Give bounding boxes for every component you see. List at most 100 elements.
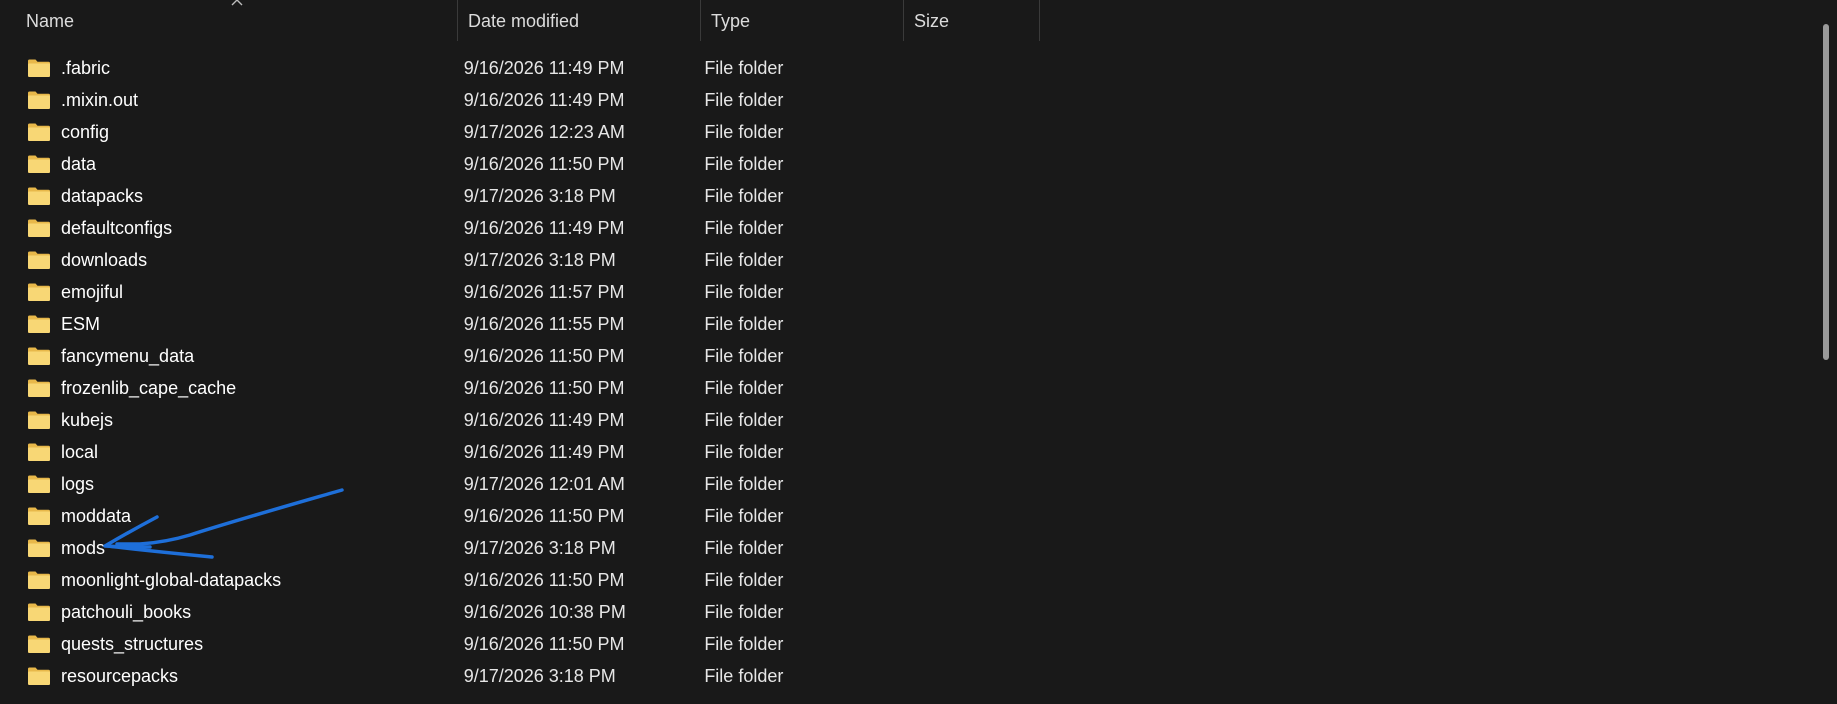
file-row-data[interactable]: data 9/16/2026 11:50 PM File folder xyxy=(0,148,1040,180)
file-row-esm[interactable]: ESM 9/16/2026 11:55 PM File folder xyxy=(0,308,1040,340)
file-row-datapacks[interactable]: datapacks 9/17/2026 3:18 PM File folder xyxy=(0,180,1040,212)
file-row-emojiful[interactable]: emojiful 9/16/2026 11:57 PM File folder xyxy=(0,276,1040,308)
file-name: patchouli_books xyxy=(61,601,192,622)
file-date-modified: 9/16/2026 11:49 PM xyxy=(463,409,625,430)
file-name-cell: config xyxy=(0,122,464,143)
folder-icon xyxy=(28,251,50,269)
file-name: local xyxy=(61,441,99,462)
file-row-quests-structures[interactable]: quests_structures 9/16/2026 11:50 PM Fil… xyxy=(0,628,1040,660)
file-row-kubejs[interactable]: kubejs 9/16/2026 11:49 PM File folder xyxy=(0,404,1040,436)
folder-icon xyxy=(28,635,50,653)
folder-icon xyxy=(28,507,50,525)
file-type: File folder xyxy=(704,377,784,398)
file-type: File folder xyxy=(704,185,784,206)
column-header-size-label: Size xyxy=(914,11,950,31)
file-row-fancymenu-data[interactable]: fancymenu_data 9/16/2026 11:50 PM File f… xyxy=(0,340,1040,372)
file-row-moddata[interactable]: moddata 9/16/2026 11:50 PM File folder xyxy=(0,500,1040,532)
vertical-scrollbar[interactable] xyxy=(1815,0,1837,704)
file-type: File folder xyxy=(704,57,784,78)
file-type: File folder xyxy=(704,633,784,654)
file-name: defaultconfigs xyxy=(61,217,173,238)
file-date-modified: 9/17/2026 3:18 PM xyxy=(463,537,616,558)
file-row-mixin-out[interactable]: .mixin.out 9/16/2026 11:49 PM File folde… xyxy=(0,84,1040,116)
folder-icon xyxy=(28,603,50,621)
file-type: File folder xyxy=(704,249,784,270)
file-date-modified: 9/16/2026 11:55 PM xyxy=(463,313,625,334)
file-row-patchouli-books[interactable]: patchouli_books 9/16/2026 10:38 PM File … xyxy=(0,596,1040,628)
column-header-type[interactable]: Type xyxy=(701,0,904,41)
column-header-size[interactable]: Size xyxy=(904,0,1040,41)
file-date-modified: 9/17/2026 3:18 PM xyxy=(463,665,616,686)
folder-icon xyxy=(28,475,50,493)
file-name-cell: emojiful xyxy=(0,282,464,303)
file-name-cell: quests_structures xyxy=(0,634,464,655)
file-row-resourcepacks[interactable]: resourcepacks 9/17/2026 3:18 PM File fol… xyxy=(0,660,1040,692)
folder-icon xyxy=(28,315,50,333)
folder-icon xyxy=(28,123,50,141)
file-row-moonlight-global-datapacks[interactable]: moonlight-global-datapacks 9/16/2026 11:… xyxy=(0,564,1040,596)
file-name: kubejs xyxy=(61,409,114,430)
file-date-modified: 9/16/2026 11:50 PM xyxy=(463,569,625,590)
file-name-cell: frozenlib_cape_cache xyxy=(0,378,464,399)
file-row-downloads[interactable]: downloads 9/17/2026 3:18 PM File folder xyxy=(0,244,1040,276)
file-type: File folder xyxy=(704,153,784,174)
column-header-date-modified[interactable]: Date modified xyxy=(458,0,701,41)
file-date-modified: 9/16/2026 11:50 PM xyxy=(463,153,625,174)
column-header-name[interactable]: Name xyxy=(0,0,458,41)
file-date-modified: 9/16/2026 11:50 PM xyxy=(463,505,625,526)
file-name: emojiful xyxy=(61,281,124,302)
file-row-mods[interactable]: mods 9/17/2026 3:18 PM File folder xyxy=(0,532,1040,564)
folder-icon xyxy=(28,379,50,397)
file-name: .mixin.out xyxy=(61,89,139,110)
file-name-cell: downloads xyxy=(0,250,464,271)
folder-icon xyxy=(28,283,50,301)
chevron-up-icon xyxy=(231,0,243,6)
file-name-cell: fancymenu_data xyxy=(0,346,464,367)
folder-icon xyxy=(28,667,50,685)
file-type: File folder xyxy=(704,473,784,494)
folder-icon xyxy=(28,91,50,109)
file-name: ESM xyxy=(61,313,101,334)
file-date-modified: 9/17/2026 3:18 PM xyxy=(463,185,616,206)
file-date-modified: 9/16/2026 11:50 PM xyxy=(463,345,625,366)
column-header-name-label: Name xyxy=(26,11,75,31)
file-type: File folder xyxy=(704,505,784,526)
file-name: moonlight-global-datapacks xyxy=(61,569,282,590)
file-name: downloads xyxy=(61,249,148,270)
file-name-cell: moddata xyxy=(0,506,464,527)
file-name-cell: ESM xyxy=(0,314,464,335)
column-header-type-label: Type xyxy=(711,11,751,31)
file-type: File folder xyxy=(704,441,784,462)
file-date-modified: 9/17/2026 12:01 AM xyxy=(463,473,625,494)
file-name: logs xyxy=(61,473,95,494)
file-row-fabric[interactable]: .fabric 9/16/2026 11:49 PM File folder xyxy=(0,52,1040,84)
file-name-cell: moonlight-global-datapacks xyxy=(0,570,464,591)
file-type: File folder xyxy=(704,345,784,366)
file-type: File folder xyxy=(704,89,784,110)
file-name-cell: patchouli_books xyxy=(0,602,464,623)
folder-icon xyxy=(28,571,50,589)
file-row-local[interactable]: local 9/16/2026 11:49 PM File folder xyxy=(0,436,1040,468)
folder-icon xyxy=(28,59,50,77)
file-date-modified: 9/17/2026 3:18 PM xyxy=(463,249,616,270)
file-name-cell: defaultconfigs xyxy=(0,218,464,239)
folder-icon xyxy=(28,411,50,429)
file-type: File folder xyxy=(704,537,784,558)
scrollbar-thumb[interactable] xyxy=(1823,24,1829,360)
file-name-cell: resourcepacks xyxy=(0,666,464,687)
file-list: .fabric 9/16/2026 11:49 PM File folder .… xyxy=(0,52,1040,692)
file-row-defaultconfigs[interactable]: defaultconfigs 9/16/2026 11:49 PM File f… xyxy=(0,212,1040,244)
file-row-frozenlib-cape-cache[interactable]: frozenlib_cape_cache 9/16/2026 11:50 PM … xyxy=(0,372,1040,404)
file-type: File folder xyxy=(704,281,784,302)
file-date-modified: 9/17/2026 12:23 AM xyxy=(463,121,625,142)
file-name-cell: .fabric xyxy=(0,58,464,79)
file-type: File folder xyxy=(704,601,784,622)
file-type: File folder xyxy=(704,121,784,142)
file-name: fancymenu_data xyxy=(61,345,195,366)
file-name-cell: local xyxy=(0,442,464,463)
file-type: File folder xyxy=(704,665,784,686)
folder-icon xyxy=(28,155,50,173)
file-row-logs[interactable]: logs 9/17/2026 12:01 AM File folder xyxy=(0,468,1040,500)
folder-icon xyxy=(28,219,50,237)
file-row-config[interactable]: config 9/17/2026 12:23 AM File folder xyxy=(0,116,1040,148)
